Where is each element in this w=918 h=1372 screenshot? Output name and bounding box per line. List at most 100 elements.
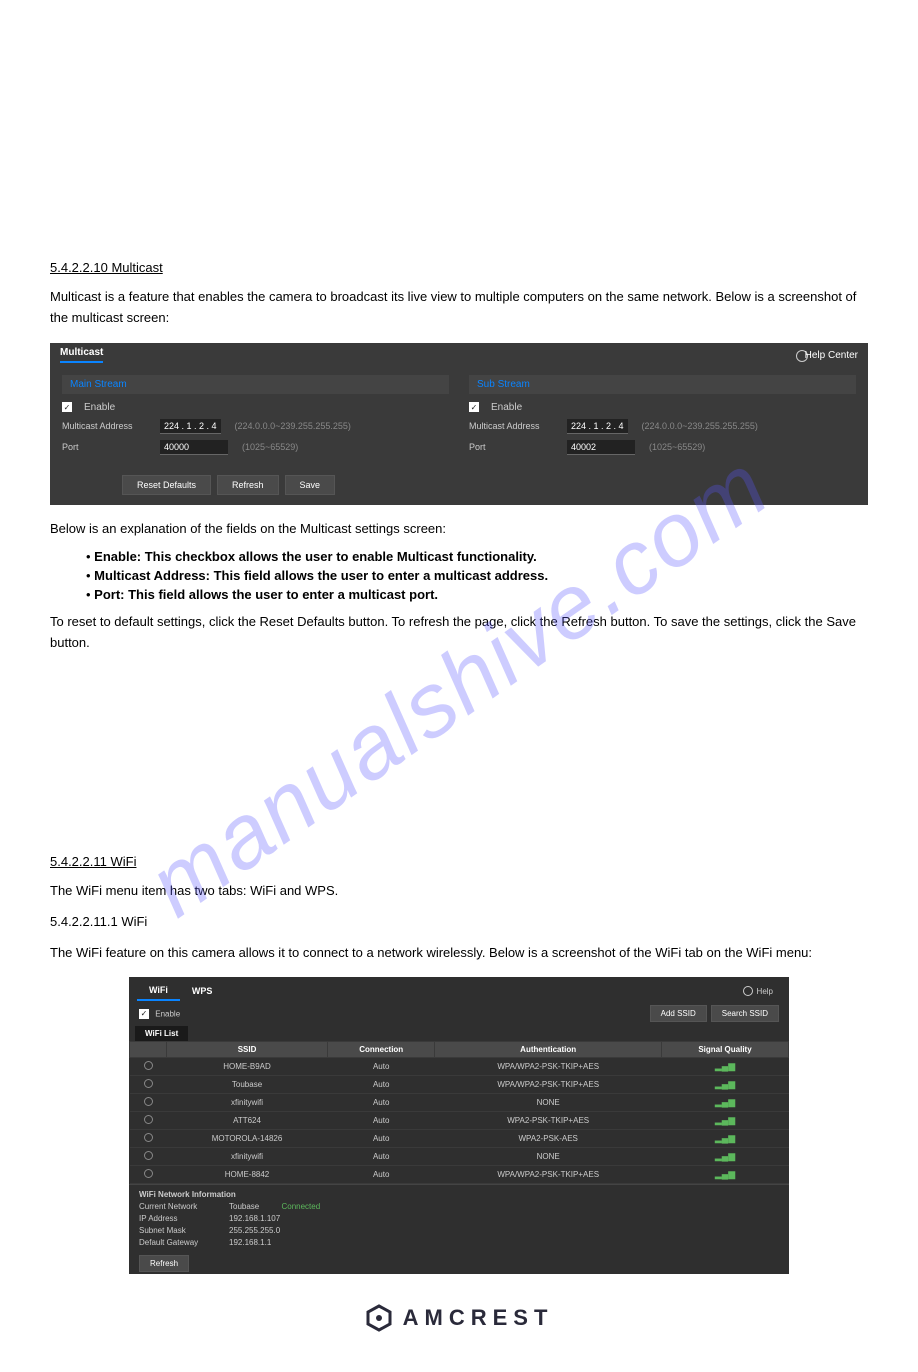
signal-icon: ▂▄▆ — [662, 1076, 789, 1094]
ssid-cell: HOME-B9AD — [167, 1058, 328, 1076]
ssid-cell: Toubase — [167, 1076, 328, 1094]
net-value: Toubase — [229, 1201, 259, 1213]
radio-icon[interactable] — [144, 1169, 153, 1178]
auth-cell: WPA2-PSK-TKIP+AES — [435, 1112, 662, 1130]
table-row[interactable]: ATT624AutoWPA2-PSK-TKIP+AES▂▄▆ — [130, 1112, 789, 1130]
logo-icon — [365, 1304, 393, 1332]
refresh-button[interactable]: Refresh — [217, 475, 279, 495]
ssid-cell: xfinitywifi — [167, 1094, 328, 1112]
tab-wps[interactable]: WPS — [180, 982, 225, 1000]
table-row[interactable]: xfinitywifiAutoNONE▂▄▆ — [130, 1094, 789, 1112]
auth-cell: WPA2-PSK-AES — [435, 1130, 662, 1148]
main-port-input[interactable]: 40000 — [160, 440, 228, 455]
radio-icon[interactable] — [144, 1115, 153, 1124]
sub-enable-checkbox[interactable]: ✓ — [469, 402, 479, 412]
conn-cell: Auto — [328, 1058, 435, 1076]
bullet: • Port: This field allows the user to en… — [86, 587, 868, 602]
bullet: • Multicast Address: This field allows t… — [86, 568, 868, 583]
info-title: WiFi Network Information — [139, 1189, 779, 1201]
auth-cell: NONE — [435, 1148, 662, 1166]
ip-label: IP Address — [139, 1213, 219, 1225]
radio-icon[interactable] — [144, 1061, 153, 1070]
signal-icon: ▂▄▆ — [662, 1148, 789, 1166]
footer-text: To reset to default settings, click the … — [50, 612, 868, 654]
signal-icon: ▂▄▆ — [662, 1094, 789, 1112]
radio-icon[interactable] — [144, 1133, 153, 1142]
addr-label: Multicast Address — [62, 421, 152, 431]
table-row[interactable]: ToubaseAutoWPA/WPA2-PSK-TKIP+AES▂▄▆ — [130, 1076, 789, 1094]
col-ssid: SSID — [167, 1042, 328, 1058]
main-enable-checkbox[interactable]: ✓ — [62, 402, 72, 412]
wifi-sub: 5.4.2.2.11.1 WiFi — [50, 912, 868, 933]
add-ssid-button[interactable]: Add SSID — [650, 1005, 707, 1022]
wifi-info: WiFi Network Information Current Network… — [129, 1184, 789, 1253]
wifi-desc: The WiFi feature on this camera allows i… — [50, 943, 868, 964]
enable-label: Enable — [84, 402, 115, 413]
net-label: Current Network — [139, 1201, 219, 1213]
help-link[interactable]: Help — [757, 987, 773, 996]
panel-title: Multicast — [60, 347, 103, 363]
conn-cell: Auto — [328, 1112, 435, 1130]
radio-icon[interactable] — [144, 1079, 153, 1088]
save-button[interactable]: Save — [285, 475, 336, 495]
auth-cell: WPA/WPA2-PSK-TKIP+AES — [435, 1058, 662, 1076]
desc-text: Below is an explanation of the fields on… — [50, 519, 868, 540]
gw-label: Default Gateway — [139, 1237, 219, 1249]
addr-hint: (224.0.0.0~239.255.255.255) — [642, 421, 758, 431]
auth-cell: WPA/WPA2-PSK-TKIP+AES — [435, 1166, 662, 1184]
bullet: • Enable: This checkbox allows the user … — [86, 549, 868, 564]
multicast-panel: Multicast Help Center Main Stream ✓ Enabl… — [50, 343, 868, 505]
help-link[interactable]: Help Center — [805, 350, 858, 361]
main-addr-input[interactable]: 224 . 1 . 2 . 4 — [160, 419, 221, 434]
brand-text: AMCREST — [403, 1305, 554, 1331]
enable-label: Enable — [155, 1009, 180, 1018]
main-stream-label: Main Stream — [62, 375, 449, 394]
tab-wifi[interactable]: WiFi — [137, 981, 180, 1001]
port-label: Port — [62, 442, 152, 452]
radio-icon[interactable] — [144, 1097, 153, 1106]
auth-cell: NONE — [435, 1094, 662, 1112]
gw-value: 192.168.1.1 — [229, 1237, 271, 1249]
ssid-cell: HOME-8842 — [167, 1166, 328, 1184]
search-ssid-button[interactable]: Search SSID — [711, 1005, 779, 1022]
reset-button[interactable]: Reset Defaults — [122, 475, 211, 495]
addr-label: Multicast Address — [469, 421, 559, 431]
table-row[interactable]: MOTOROLA-14826AutoWPA2-PSK-AES▂▄▆ — [130, 1130, 789, 1148]
conn-cell: Auto — [328, 1148, 435, 1166]
radio-icon[interactable] — [144, 1151, 153, 1160]
port-label: Port — [469, 442, 559, 452]
wifi-refresh-button[interactable]: Refresh — [139, 1255, 189, 1272]
conn-cell: Auto — [328, 1076, 435, 1094]
col-sig: Signal Quality — [662, 1042, 789, 1058]
enable-label: Enable — [491, 402, 522, 413]
col-conn: Connection — [328, 1042, 435, 1058]
wifi-enable-checkbox[interactable]: ✓ — [139, 1009, 149, 1019]
gear-icon[interactable] — [743, 986, 753, 996]
wifi-list-tab: WiFi List — [135, 1026, 188, 1041]
signal-icon: ▂▄▆ — [662, 1166, 789, 1184]
intro-text: Multicast is a feature that enables the … — [50, 287, 868, 329]
wifi-intro: The WiFi menu item has two tabs: WiFi an… — [50, 881, 868, 902]
mask-value: 255.255.255.0 — [229, 1225, 280, 1237]
sub-addr-input[interactable]: 224 . 1 . 2 . 4 — [567, 419, 628, 434]
table-row[interactable]: xfinitywifiAutoNONE▂▄▆ — [130, 1148, 789, 1166]
heading-wifi: 5.4.2.2.11 WiFi — [50, 854, 868, 869]
table-row[interactable]: HOME-8842AutoWPA/WPA2-PSK-TKIP+AES▂▄▆ — [130, 1166, 789, 1184]
ip-value: 192.168.1.107 — [229, 1213, 280, 1225]
col-auth: Authentication — [435, 1042, 662, 1058]
signal-icon: ▂▄▆ — [662, 1058, 789, 1076]
mask-label: Subnet Mask — [139, 1225, 219, 1237]
ssid-cell: ATT624 — [167, 1112, 328, 1130]
heading-multicast: 5.4.2.2.10 Multicast — [50, 260, 868, 275]
ssid-cell: MOTOROLA-14826 — [167, 1130, 328, 1148]
sub-port-input[interactable]: 40002 — [567, 440, 635, 455]
signal-icon: ▂▄▆ — [662, 1130, 789, 1148]
sub-stream-label: Sub Stream — [469, 375, 856, 394]
col-radio — [130, 1042, 167, 1058]
port-hint: (1025~65529) — [242, 442, 298, 452]
table-row[interactable]: HOME-B9ADAutoWPA/WPA2-PSK-TKIP+AES▂▄▆ — [130, 1058, 789, 1076]
conn-cell: Auto — [328, 1130, 435, 1148]
addr-hint: (224.0.0.0~239.255.255.255) — [235, 421, 351, 431]
auth-cell: WPA/WPA2-PSK-TKIP+AES — [435, 1076, 662, 1094]
wifi-panel: WiFi WPS Help ✓ Enable Add SSID Search S… — [129, 977, 789, 1274]
